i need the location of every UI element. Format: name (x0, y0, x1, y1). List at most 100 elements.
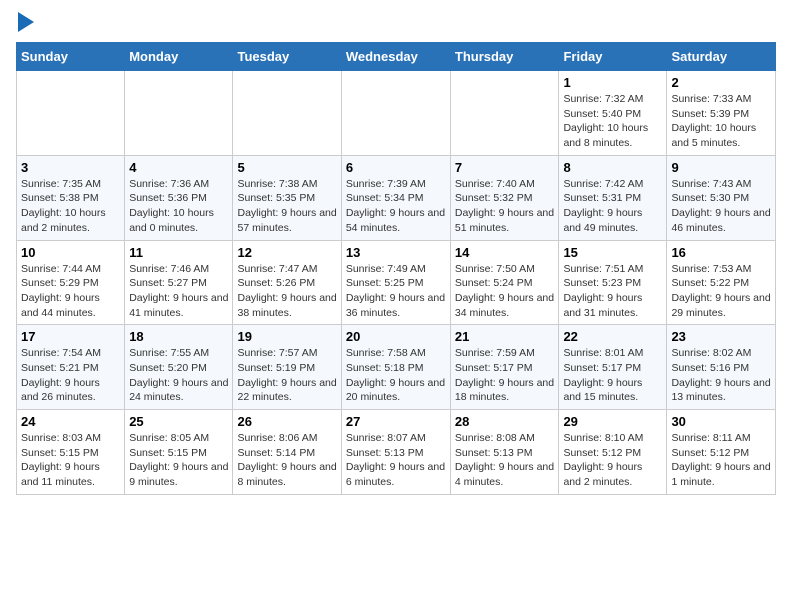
calendar-cell: 30 Sunrise: 8:11 AMSunset: 5:12 PMDayligh… (667, 410, 776, 495)
calendar-week-4: 24 Sunrise: 8:03 AMSunset: 5:15 PMDayligh… (17, 410, 776, 495)
day-info: Sunrise: 7:53 AMSunset: 5:22 PMDaylight:… (671, 262, 771, 321)
calendar-cell: 14 Sunrise: 7:50 AMSunset: 5:24 PMDayligh… (450, 240, 559, 325)
calendar-cell: 15Sunrise: 7:51 AMSunset: 5:23 PMDayligh… (559, 240, 667, 325)
day-number: 6 (346, 160, 446, 175)
day-info: Sunrise: 7:35 AMSunset: 5:38 PMDaylight:… (21, 177, 120, 236)
day-number: 3 (21, 160, 120, 175)
calendar-cell: 18 Sunrise: 7:55 AMSunset: 5:20 PMDayligh… (125, 325, 233, 410)
day-number: 20 (346, 329, 446, 344)
calendar-cell: 10Sunrise: 7:44 AMSunset: 5:29 PMDayligh… (17, 240, 125, 325)
calendar-cell: 12 Sunrise: 7:47 AMSunset: 5:26 PMDayligh… (233, 240, 341, 325)
day-info: Sunrise: 8:03 AMSunset: 5:15 PMDaylight:… (21, 431, 120, 490)
day-info: Sunrise: 7:57 AMSunset: 5:19 PMDaylight:… (237, 346, 336, 405)
calendar-cell: 11 Sunrise: 7:46 AMSunset: 5:27 PMDayligh… (125, 240, 233, 325)
header-wednesday: Wednesday (341, 43, 450, 71)
calendar-week-0: 1 Sunrise: 7:32 AMSunset: 5:40 PMDaylight… (17, 71, 776, 156)
calendar-cell: 17 Sunrise: 7:54 AMSunset: 5:21 PMDayligh… (17, 325, 125, 410)
page-header (16, 16, 776, 32)
day-number: 19 (237, 329, 336, 344)
day-number: 28 (455, 414, 555, 429)
calendar-cell: 5 Sunrise: 7:38 AMSunset: 5:35 PMDaylight… (233, 155, 341, 240)
day-info: Sunrise: 7:44 AMSunset: 5:29 PMDaylight:… (21, 262, 120, 321)
day-info: Sunrise: 7:42 AMSunset: 5:31 PMDaylight:… (563, 177, 662, 236)
header-tuesday: Tuesday (233, 43, 341, 71)
day-number: 30 (671, 414, 771, 429)
calendar-cell: 22 Sunrise: 8:01 AMSunset: 5:17 PMDayligh… (559, 325, 667, 410)
day-info: Sunrise: 7:32 AMSunset: 5:40 PMDaylight:… (563, 92, 662, 151)
calendar-cell: 28Sunrise: 8:08 AMSunset: 5:13 PMDayligh… (450, 410, 559, 495)
day-number: 26 (237, 414, 336, 429)
calendar-cell: 25Sunrise: 8:05 AMSunset: 5:15 PMDayligh… (125, 410, 233, 495)
day-info: Sunrise: 7:58 AMSunset: 5:18 PMDaylight:… (346, 346, 446, 405)
day-info: Sunrise: 8:07 AMSunset: 5:13 PMDaylight:… (346, 431, 446, 490)
day-number: 24 (21, 414, 120, 429)
day-number: 13 (346, 245, 446, 260)
calendar-cell: 13 Sunrise: 7:49 AMSunset: 5:25 PMDayligh… (341, 240, 450, 325)
calendar-cell: 2Sunrise: 7:33 AMSunset: 5:39 PMDaylight… (667, 71, 776, 156)
calendar-cell (125, 71, 233, 156)
calendar-cell (450, 71, 559, 156)
day-number: 12 (237, 245, 336, 260)
header-sunday: Sunday (17, 43, 125, 71)
calendar-cell: 6 Sunrise: 7:39 AMSunset: 5:34 PMDaylight… (341, 155, 450, 240)
calendar-cell (233, 71, 341, 156)
calendar-cell: 21Sunrise: 7:59 AMSunset: 5:17 PMDayligh… (450, 325, 559, 410)
calendar-cell: 23 Sunrise: 8:02 AMSunset: 5:16 PMDayligh… (667, 325, 776, 410)
day-number: 14 (455, 245, 555, 260)
day-number: 1 (563, 75, 662, 90)
day-number: 27 (346, 414, 446, 429)
day-number: 8 (563, 160, 662, 175)
calendar-cell: 20 Sunrise: 7:58 AMSunset: 5:18 PMDayligh… (341, 325, 450, 410)
calendar-cell: 3 Sunrise: 7:35 AMSunset: 5:38 PMDaylight… (17, 155, 125, 240)
logo-arrow-icon (18, 12, 34, 32)
day-number: 9 (671, 160, 771, 175)
day-info: Sunrise: 8:10 AMSunset: 5:12 PMDaylight:… (563, 431, 662, 490)
day-info: Sunrise: 7:47 AMSunset: 5:26 PMDaylight:… (237, 262, 336, 321)
day-number: 21 (455, 329, 555, 344)
day-number: 17 (21, 329, 120, 344)
header-monday: Monday (125, 43, 233, 71)
calendar-cell: 4Sunrise: 7:36 AMSunset: 5:36 PMDaylight… (125, 155, 233, 240)
day-info: Sunrise: 7:43 AMSunset: 5:30 PMDaylight:… (671, 177, 771, 236)
day-number: 22 (563, 329, 662, 344)
calendar-table: SundayMondayTuesdayWednesdayThursdayFrid… (16, 42, 776, 495)
header-friday: Friday (559, 43, 667, 71)
day-info: Sunrise: 7:40 AMSunset: 5:32 PMDaylight:… (455, 177, 555, 236)
calendar-cell (341, 71, 450, 156)
day-number: 11 (129, 245, 228, 260)
day-number: 25 (129, 414, 228, 429)
calendar-cell: 16Sunrise: 7:53 AMSunset: 5:22 PMDayligh… (667, 240, 776, 325)
calendar-header-row: SundayMondayTuesdayWednesdayThursdayFrid… (17, 43, 776, 71)
calendar-cell: 7 Sunrise: 7:40 AMSunset: 5:32 PMDaylight… (450, 155, 559, 240)
day-info: Sunrise: 7:33 AMSunset: 5:39 PMDaylight:… (671, 92, 771, 151)
calendar-week-3: 17 Sunrise: 7:54 AMSunset: 5:21 PMDayligh… (17, 325, 776, 410)
day-info: Sunrise: 8:01 AMSunset: 5:17 PMDaylight:… (563, 346, 662, 405)
day-info: Sunrise: 7:55 AMSunset: 5:20 PMDaylight:… (129, 346, 228, 405)
calendar-cell: 19 Sunrise: 7:57 AMSunset: 5:19 PMDayligh… (233, 325, 341, 410)
logo (16, 16, 34, 32)
day-number: 15 (563, 245, 662, 260)
calendar-week-1: 3 Sunrise: 7:35 AMSunset: 5:38 PMDaylight… (17, 155, 776, 240)
header-thursday: Thursday (450, 43, 559, 71)
day-number: 7 (455, 160, 555, 175)
day-info: Sunrise: 7:38 AMSunset: 5:35 PMDaylight:… (237, 177, 336, 236)
day-number: 5 (237, 160, 336, 175)
day-info: Sunrise: 7:46 AMSunset: 5:27 PMDaylight:… (129, 262, 228, 321)
header-saturday: Saturday (667, 43, 776, 71)
day-info: Sunrise: 8:11 AMSunset: 5:12 PMDaylight:… (671, 431, 771, 490)
calendar-week-2: 10Sunrise: 7:44 AMSunset: 5:29 PMDayligh… (17, 240, 776, 325)
calendar-cell: 26Sunrise: 8:06 AMSunset: 5:14 PMDayligh… (233, 410, 341, 495)
day-number: 29 (563, 414, 662, 429)
day-info: Sunrise: 7:39 AMSunset: 5:34 PMDaylight:… (346, 177, 446, 236)
day-info: Sunrise: 7:50 AMSunset: 5:24 PMDaylight:… (455, 262, 555, 321)
day-number: 23 (671, 329, 771, 344)
calendar-cell (17, 71, 125, 156)
calendar-cell: 9 Sunrise: 7:43 AMSunset: 5:30 PMDaylight… (667, 155, 776, 240)
day-number: 18 (129, 329, 228, 344)
day-info: Sunrise: 7:49 AMSunset: 5:25 PMDaylight:… (346, 262, 446, 321)
day-info: Sunrise: 8:02 AMSunset: 5:16 PMDaylight:… (671, 346, 771, 405)
calendar-cell: 8 Sunrise: 7:42 AMSunset: 5:31 PMDaylight… (559, 155, 667, 240)
calendar-cell: 29 Sunrise: 8:10 AMSunset: 5:12 PMDayligh… (559, 410, 667, 495)
day-info: Sunrise: 7:54 AMSunset: 5:21 PMDaylight:… (21, 346, 120, 405)
day-info: Sunrise: 7:36 AMSunset: 5:36 PMDaylight:… (129, 177, 228, 236)
